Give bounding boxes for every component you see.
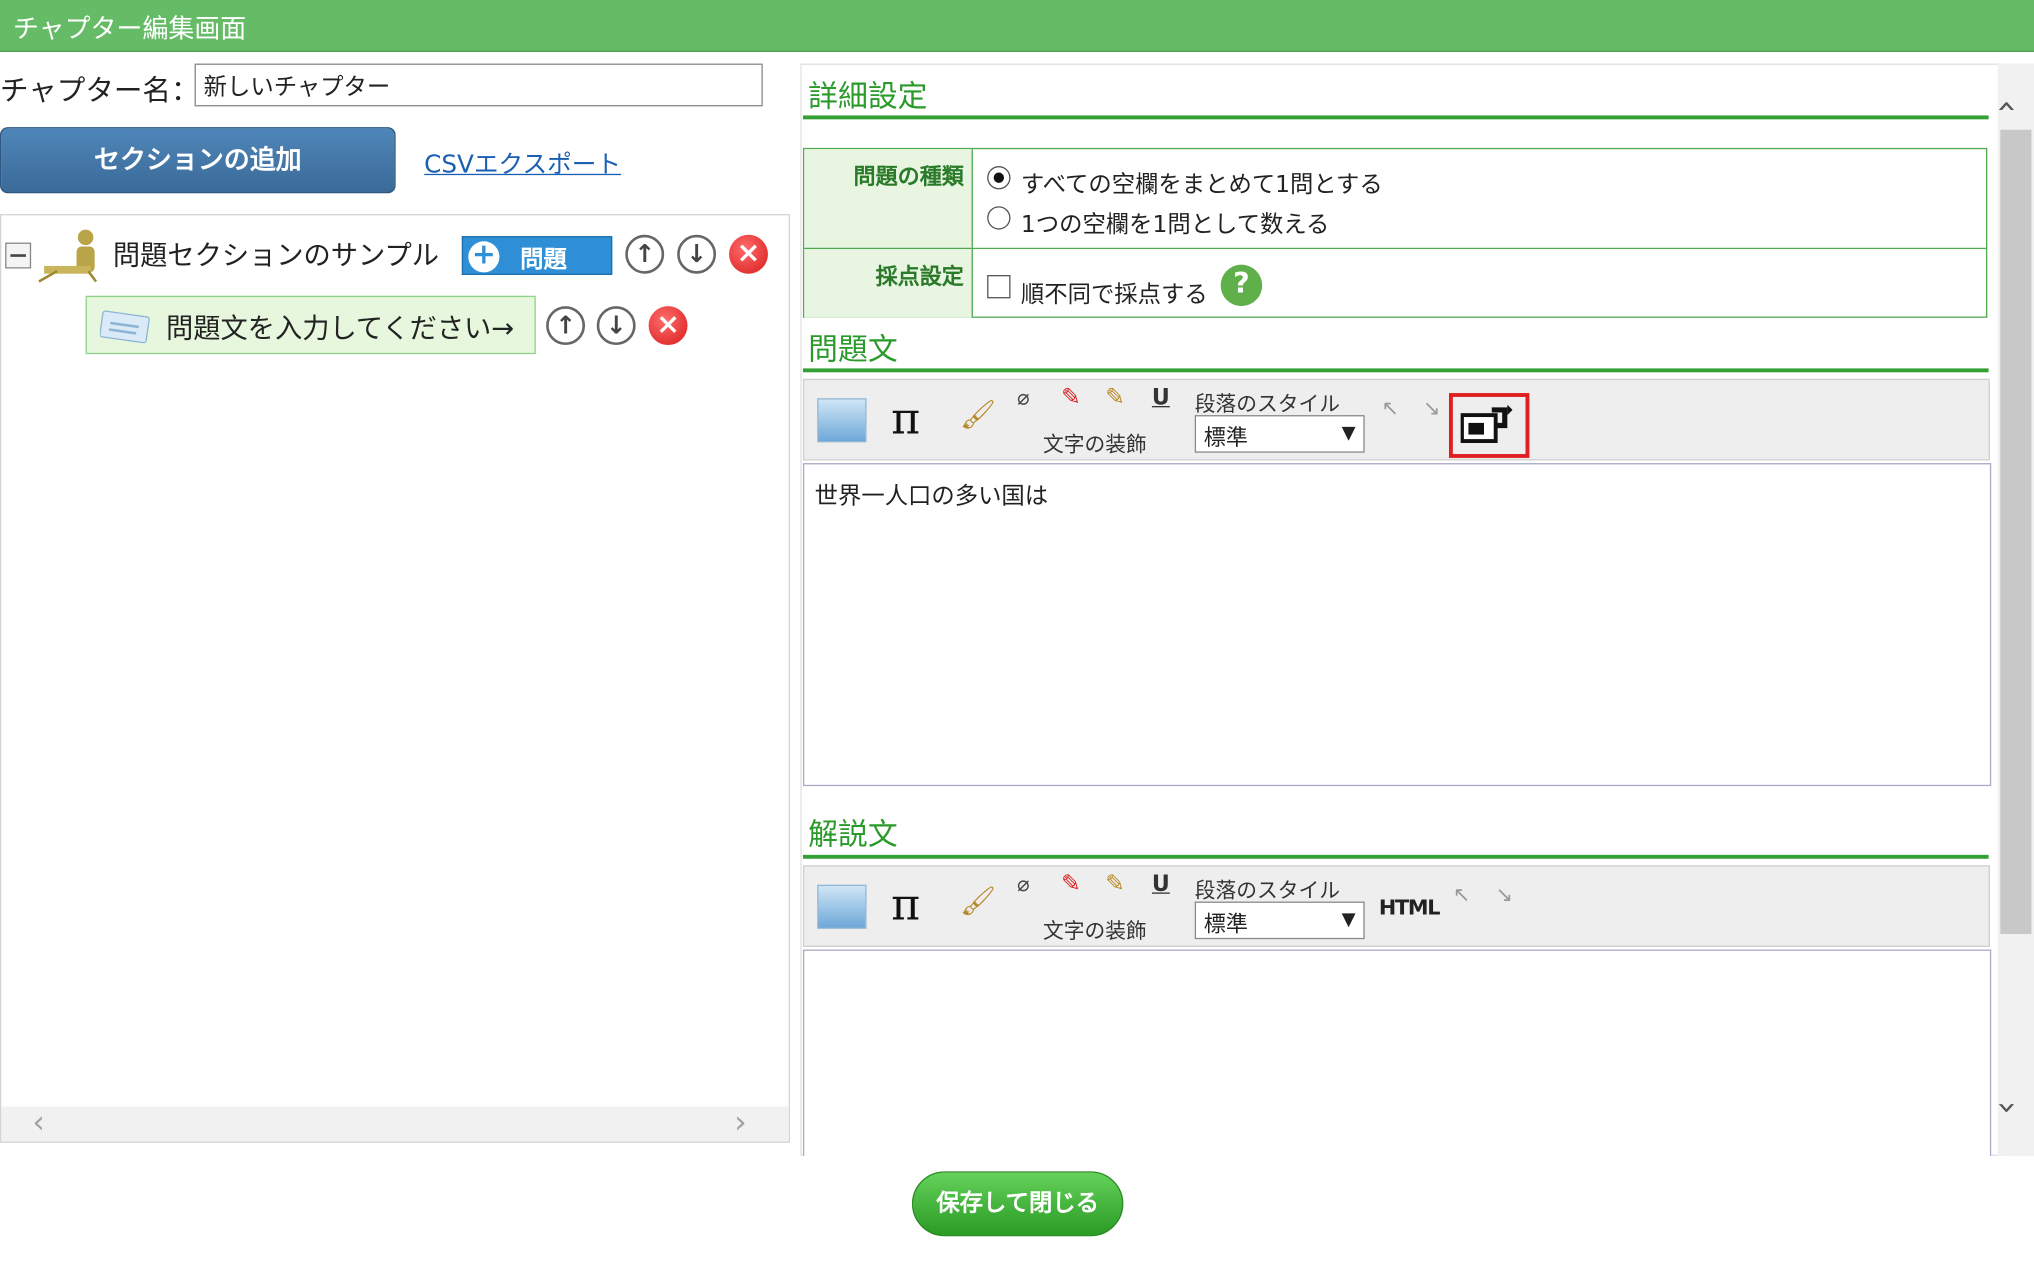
math-pi-icon[interactable]: π xyxy=(891,393,920,445)
scrollbar-thumb[interactable] xyxy=(2000,129,2032,934)
plus-icon: + xyxy=(468,241,500,273)
chevron-down-icon: ▼ xyxy=(1341,909,1356,931)
delete-icon[interactable]: × xyxy=(648,306,688,346)
divider xyxy=(804,247,1987,250)
unordered-scoring-checkbox[interactable] xyxy=(987,275,1011,299)
highlighter-icon[interactable]: ✎ xyxy=(1105,870,1125,897)
type-radio-all[interactable] xyxy=(987,166,1011,190)
section-label[interactable]: 問題セクションのサンプル xyxy=(113,235,439,274)
add-section-button[interactable]: セクションの追加 xyxy=(0,127,396,194)
explanation-heading: 解説文 xyxy=(808,818,898,853)
collapse-toggle[interactable] xyxy=(5,242,32,269)
chapter-name-input[interactable] xyxy=(194,63,763,107)
question-label: 問題文を入力してください→ xyxy=(166,312,515,344)
undo-arrow-icon[interactable]: ↖ xyxy=(1382,396,1399,421)
scroll-left-icon[interactable]: ‹ xyxy=(32,1104,44,1140)
explanation-editor[interactable] xyxy=(802,949,1992,1156)
explanation-editor-toolbar: π 🖌 ⌀ ✎ ✎ U 文字の装飾 段落のスタイル 標準 ▼ HTML ↖ ↘ xyxy=(802,865,1990,947)
insert-image-icon[interactable] xyxy=(817,884,867,929)
divider xyxy=(802,115,1989,120)
question-type-label: 問題の種類 xyxy=(804,149,973,248)
paragraph-style-label: 段落のスタイル xyxy=(1194,391,1341,417)
eraser-icon[interactable]: ⌀ xyxy=(1017,872,1030,897)
paragraph-style-value: 標準 xyxy=(1203,425,1248,452)
question-item[interactable]: 問題文を入力してください→ xyxy=(85,295,536,355)
section-icon xyxy=(38,229,98,283)
detail-settings-heading: 詳細設定 xyxy=(808,80,928,115)
question-text-editor[interactable]: 世界一人口の多い国は xyxy=(802,463,1992,787)
chevron-down-icon: ▼ xyxy=(1341,422,1356,444)
highlighter-icon[interactable]: ✎ xyxy=(1105,384,1125,411)
scroll-right-icon[interactable]: › xyxy=(734,1104,746,1140)
format-brush-icon[interactable]: 🖌 xyxy=(960,400,996,432)
red-pen-icon[interactable]: ✎ xyxy=(1061,384,1081,411)
paragraph-style-value: 標準 xyxy=(1203,911,1248,938)
undo-arrow-icon[interactable]: ↖ xyxy=(1453,882,1470,907)
underline-icon[interactable]: U xyxy=(1152,872,1170,898)
type-radio-each[interactable] xyxy=(987,206,1011,230)
settings-table: 問題の種類 採点設定 xyxy=(802,147,1988,318)
add-question-label: 問題 xyxy=(520,246,567,274)
insert-image-icon[interactable] xyxy=(817,398,867,443)
fill-blank-icon[interactable] xyxy=(1460,404,1513,444)
window-title: チャプター編集画面 xyxy=(12,12,247,45)
move-down-icon[interactable]: ↓ xyxy=(677,234,717,274)
question-text-heading: 問題文 xyxy=(808,333,898,368)
question-editor-toolbar: π 🖌 ⌀ ✎ ✎ U 文字の装飾 段落のスタイル 標準 ▼ ↖ ↘ xyxy=(802,378,1990,461)
scroll-up-icon[interactable]: ‹ xyxy=(1988,100,2027,113)
paragraph-style-select[interactable]: 標準 ▼ xyxy=(1194,415,1365,453)
type-option-each[interactable]: 1つの空欄を1問として数える xyxy=(1021,206,1330,240)
math-pi-icon[interactable]: π xyxy=(891,880,920,932)
red-pen-icon[interactable]: ✎ xyxy=(1061,870,1081,897)
csv-export-link[interactable]: CSVエクスポート xyxy=(424,145,621,180)
move-up-icon[interactable]: ↑ xyxy=(625,234,665,274)
eraser-icon[interactable]: ⌀ xyxy=(1017,385,1030,410)
chapter-name-label: チャプター名： xyxy=(0,75,200,108)
save-and-close-button[interactable]: 保存して閉じる xyxy=(911,1171,1124,1237)
divider xyxy=(802,368,1989,373)
html-source-icon[interactable]: HTML xyxy=(1379,895,1441,920)
type-option-all[interactable]: すべての空欄をまとめて1問とする xyxy=(1021,166,1383,200)
move-down-icon[interactable]: ↓ xyxy=(596,306,636,346)
unordered-scoring-label[interactable]: 順不同で採点する xyxy=(1021,276,1208,310)
text-decoration-label: 文字の装飾 xyxy=(1042,431,1147,457)
divider xyxy=(802,854,1989,859)
delete-icon[interactable]: × xyxy=(729,234,768,274)
help-icon[interactable]: ? xyxy=(1220,264,1263,307)
underline-icon[interactable]: U xyxy=(1152,385,1170,411)
move-up-icon[interactable]: ↑ xyxy=(546,306,586,346)
redo-arrow-icon[interactable]: ↘ xyxy=(1496,882,1513,907)
text-decoration-label: 文字の装飾 xyxy=(1042,918,1147,944)
scoring-label: 採点設定 xyxy=(804,249,973,318)
scroll-down-icon[interactable]: › xyxy=(1988,1101,2027,1114)
format-brush-icon[interactable]: 🖌 xyxy=(960,886,996,918)
add-question-button[interactable]: + 問題 xyxy=(461,236,613,276)
paragraph-style-select[interactable]: 標準 ▼ xyxy=(1194,901,1365,940)
question-card-icon xyxy=(99,310,150,344)
horizontal-scrollbar[interactable]: ‹ › xyxy=(1,1104,789,1142)
redo-arrow-icon[interactable]: ↘ xyxy=(1423,396,1440,421)
title-bar: チャプター編集画面 xyxy=(0,0,2034,52)
paragraph-style-label: 段落のスタイル xyxy=(1194,878,1341,903)
